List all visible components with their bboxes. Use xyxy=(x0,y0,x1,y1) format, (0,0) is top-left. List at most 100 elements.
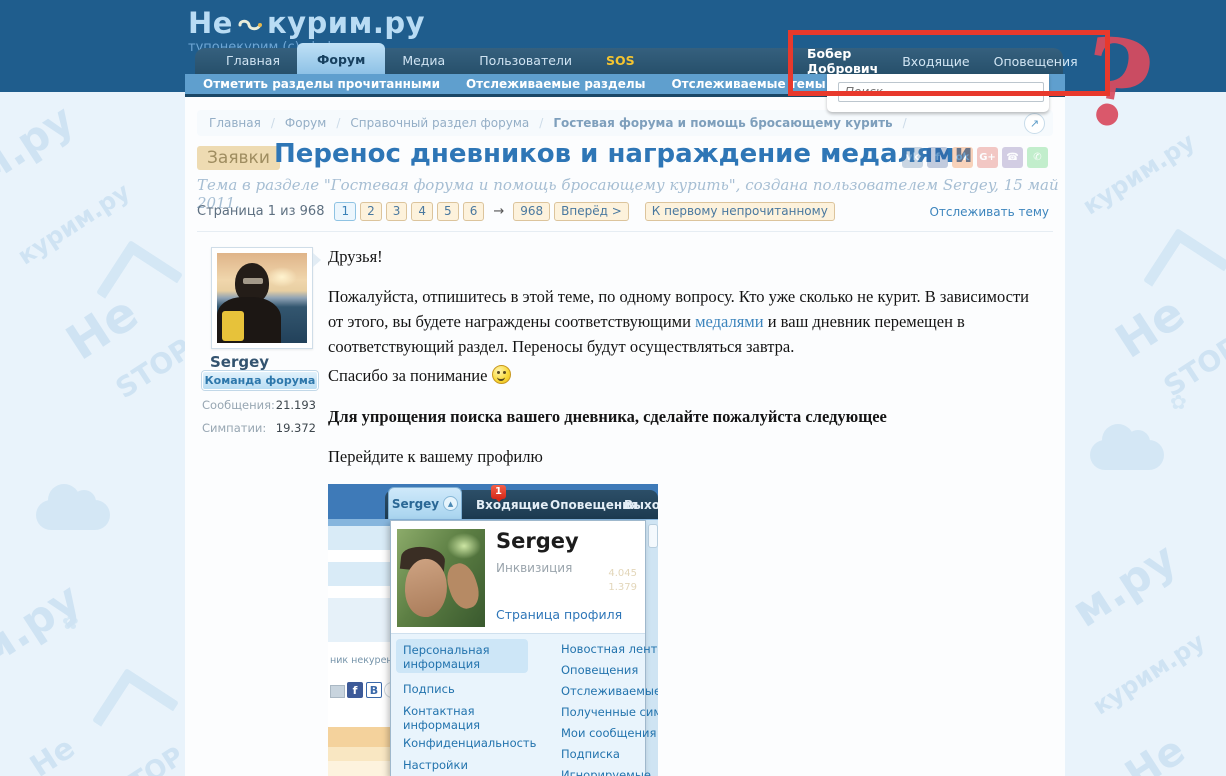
menu-item: Отслеживаемые темы xyxy=(561,684,658,698)
stat-value[interactable]: 21.193 xyxy=(276,398,316,412)
next-page-button[interactable]: Вперёд > xyxy=(554,202,629,221)
logo-text-kurim: курим.ру xyxy=(267,6,425,40)
facebook-icon[interactable]: f xyxy=(927,147,948,168)
breadcrumb-separator: / xyxy=(903,116,907,130)
page-button-1[interactable]: 1 xyxy=(334,202,356,221)
page-count-label: Страница 1 из 968 xyxy=(197,204,324,219)
profile-page-link: Страница профиля xyxy=(496,607,622,622)
menu-item: Новостная лента xyxy=(561,642,658,656)
stop-roof-shape xyxy=(92,668,179,755)
embedded-screenshot: ник некурения f В Sergey ▲ 1 Входящие Оп… xyxy=(328,484,658,776)
google-plus-icon[interactable]: G+ xyxy=(977,147,998,168)
stat-label: Сообщения: xyxy=(202,398,275,412)
stat-likes: Симпатии: 19.372 xyxy=(202,421,316,435)
screenshot-user-tab: Sergey ▲ xyxy=(388,487,462,519)
menu-item: Контактная информация xyxy=(403,704,503,733)
logo-text-ne: Не xyxy=(188,6,233,40)
menu-item: Мои сообщения xyxy=(561,726,656,740)
odnoklassniki-icon[interactable]: ok xyxy=(952,147,973,168)
post-bubble-arrow xyxy=(313,253,321,267)
watermark-text: Не xyxy=(24,730,81,776)
author-role-banner: Команда форума xyxy=(202,371,318,390)
watermark-text: Не xyxy=(1117,727,1193,776)
tab-users[interactable]: Пользователи xyxy=(462,48,589,74)
screenshot-logout-link: Выход xyxy=(624,498,658,512)
page-button-3[interactable]: 3 xyxy=(386,202,408,221)
knot-icon xyxy=(237,6,263,40)
watermark-text: м.ру xyxy=(1063,533,1185,637)
profile-photo xyxy=(397,529,485,627)
page-button-5[interactable]: 5 xyxy=(437,202,459,221)
screenshot-profile-dropdown: Sergey Инквизиция Страница профиля 4.045… xyxy=(390,520,646,776)
vk-icon[interactable]: vk xyxy=(902,147,923,168)
pagination: Страница 1 из 968 1 2 3 4 5 6 → 968 Впер… xyxy=(197,202,835,221)
screenshot-bg-row xyxy=(328,761,390,776)
watermark-text: курим.ру xyxy=(13,178,135,271)
menu-item: Конфиденциальность xyxy=(403,736,536,750)
menu-item: Оповещения xyxy=(561,663,638,677)
tab-forum[interactable]: Форум xyxy=(297,43,385,74)
menu-item: Настройки xyxy=(403,758,468,772)
watermark-text: курим.ру xyxy=(1088,628,1210,721)
content-panel: Главная / Форум / Справочный раздел фору… xyxy=(185,97,1065,776)
screenshot-inbox-link: Входящие xyxy=(476,498,548,512)
menu-item: Подписка xyxy=(561,747,620,761)
screenshot-bg-row xyxy=(328,727,390,747)
cloud-shape xyxy=(1090,440,1164,470)
menu-item: Персональная информация xyxy=(403,643,521,672)
breadcrumb-current[interactable]: Гостевая форума и помощь бросающему кури… xyxy=(553,116,892,130)
watch-thread-link[interactable]: Отслеживать тему xyxy=(929,205,1049,219)
stat-value[interactable]: 19.372 xyxy=(276,421,316,435)
stat-label: Симпатии: xyxy=(202,421,266,435)
vk-icon: В xyxy=(366,682,382,698)
post-divider xyxy=(197,231,1053,232)
thread-prefix-badge[interactable]: Заявки xyxy=(197,146,280,170)
ghost-numbers: 4.045 1.379 xyxy=(591,567,637,595)
tab-media[interactable]: Медиа xyxy=(385,48,462,74)
page-button-6[interactable]: 6 xyxy=(463,202,485,221)
annotation-box xyxy=(788,30,1110,96)
screenshot-bg-row xyxy=(328,747,390,761)
breadcrumb-section[interactable]: Справочный раздел форума xyxy=(350,116,529,130)
stat-messages: Сообщения: 21.193 xyxy=(202,398,316,412)
profile-name: Sergey xyxy=(496,529,579,553)
author-name[interactable]: Sergey xyxy=(210,353,269,371)
menu-item: Игнорируемые xyxy=(561,768,651,776)
avatar-photo xyxy=(217,253,307,343)
inbox-badge: 1 xyxy=(491,485,506,499)
page-button-4[interactable]: 4 xyxy=(411,202,433,221)
breadcrumb-separator: / xyxy=(271,116,275,130)
breadcrumb-separator: / xyxy=(539,116,543,130)
breadcrumb-home[interactable]: Главная xyxy=(209,116,261,130)
tab-home[interactable]: Главная xyxy=(209,48,297,74)
medals-link[interactable]: медалями xyxy=(695,312,764,331)
scrollbar-chip xyxy=(648,524,658,548)
post-paragraph: Пожалуйста, отпишитесь в этой теме, по о… xyxy=(328,285,1034,359)
breadcrumb-separator: / xyxy=(336,116,340,130)
mark-read-link[interactable]: Отметить разделы прочитанными xyxy=(203,77,440,91)
watched-forums-link[interactable]: Отслеживаемые разделы xyxy=(466,77,645,91)
author-avatar[interactable] xyxy=(211,247,313,349)
menu-item: Подпись xyxy=(403,682,455,696)
envelope-icon xyxy=(330,685,345,698)
post-text: Спасибо за понимание xyxy=(328,366,487,385)
page-button-last[interactable]: 968 xyxy=(513,202,550,221)
post-thanks: Спасибо за понимание xyxy=(328,365,511,386)
profile-role: Инквизиция xyxy=(496,561,572,575)
smiley-icon xyxy=(492,365,511,384)
post-instruction: Для упрощения поиска вашего дневника, сд… xyxy=(328,407,887,427)
flower-shape: ✿ xyxy=(1170,390,1187,414)
watermark-text: м.ру xyxy=(0,95,82,195)
menu-item: Полученные симпатии xyxy=(561,705,658,719)
page-button-2[interactable]: 2 xyxy=(360,202,382,221)
viber-icon[interactable]: ☎ xyxy=(1002,147,1023,168)
whatsapp-icon[interactable]: ✆ xyxy=(1027,147,1048,168)
jump-arrow-icon[interactable]: ↗ xyxy=(1024,113,1045,134)
tab-sos[interactable]: SOS xyxy=(589,48,652,74)
breadcrumb-forum[interactable]: Форум xyxy=(285,116,326,130)
first-unread-button[interactable]: К первому непрочитанному xyxy=(645,202,835,221)
thread-title: Перенос дневников и награждение медалями xyxy=(274,139,973,169)
breadcrumb: Главная / Форум / Справочный раздел фору… xyxy=(197,110,1053,136)
screenshot-user-label: Sergey xyxy=(392,497,439,511)
share-buttons: vk f ok G+ ☎ ✆ xyxy=(902,147,1048,168)
